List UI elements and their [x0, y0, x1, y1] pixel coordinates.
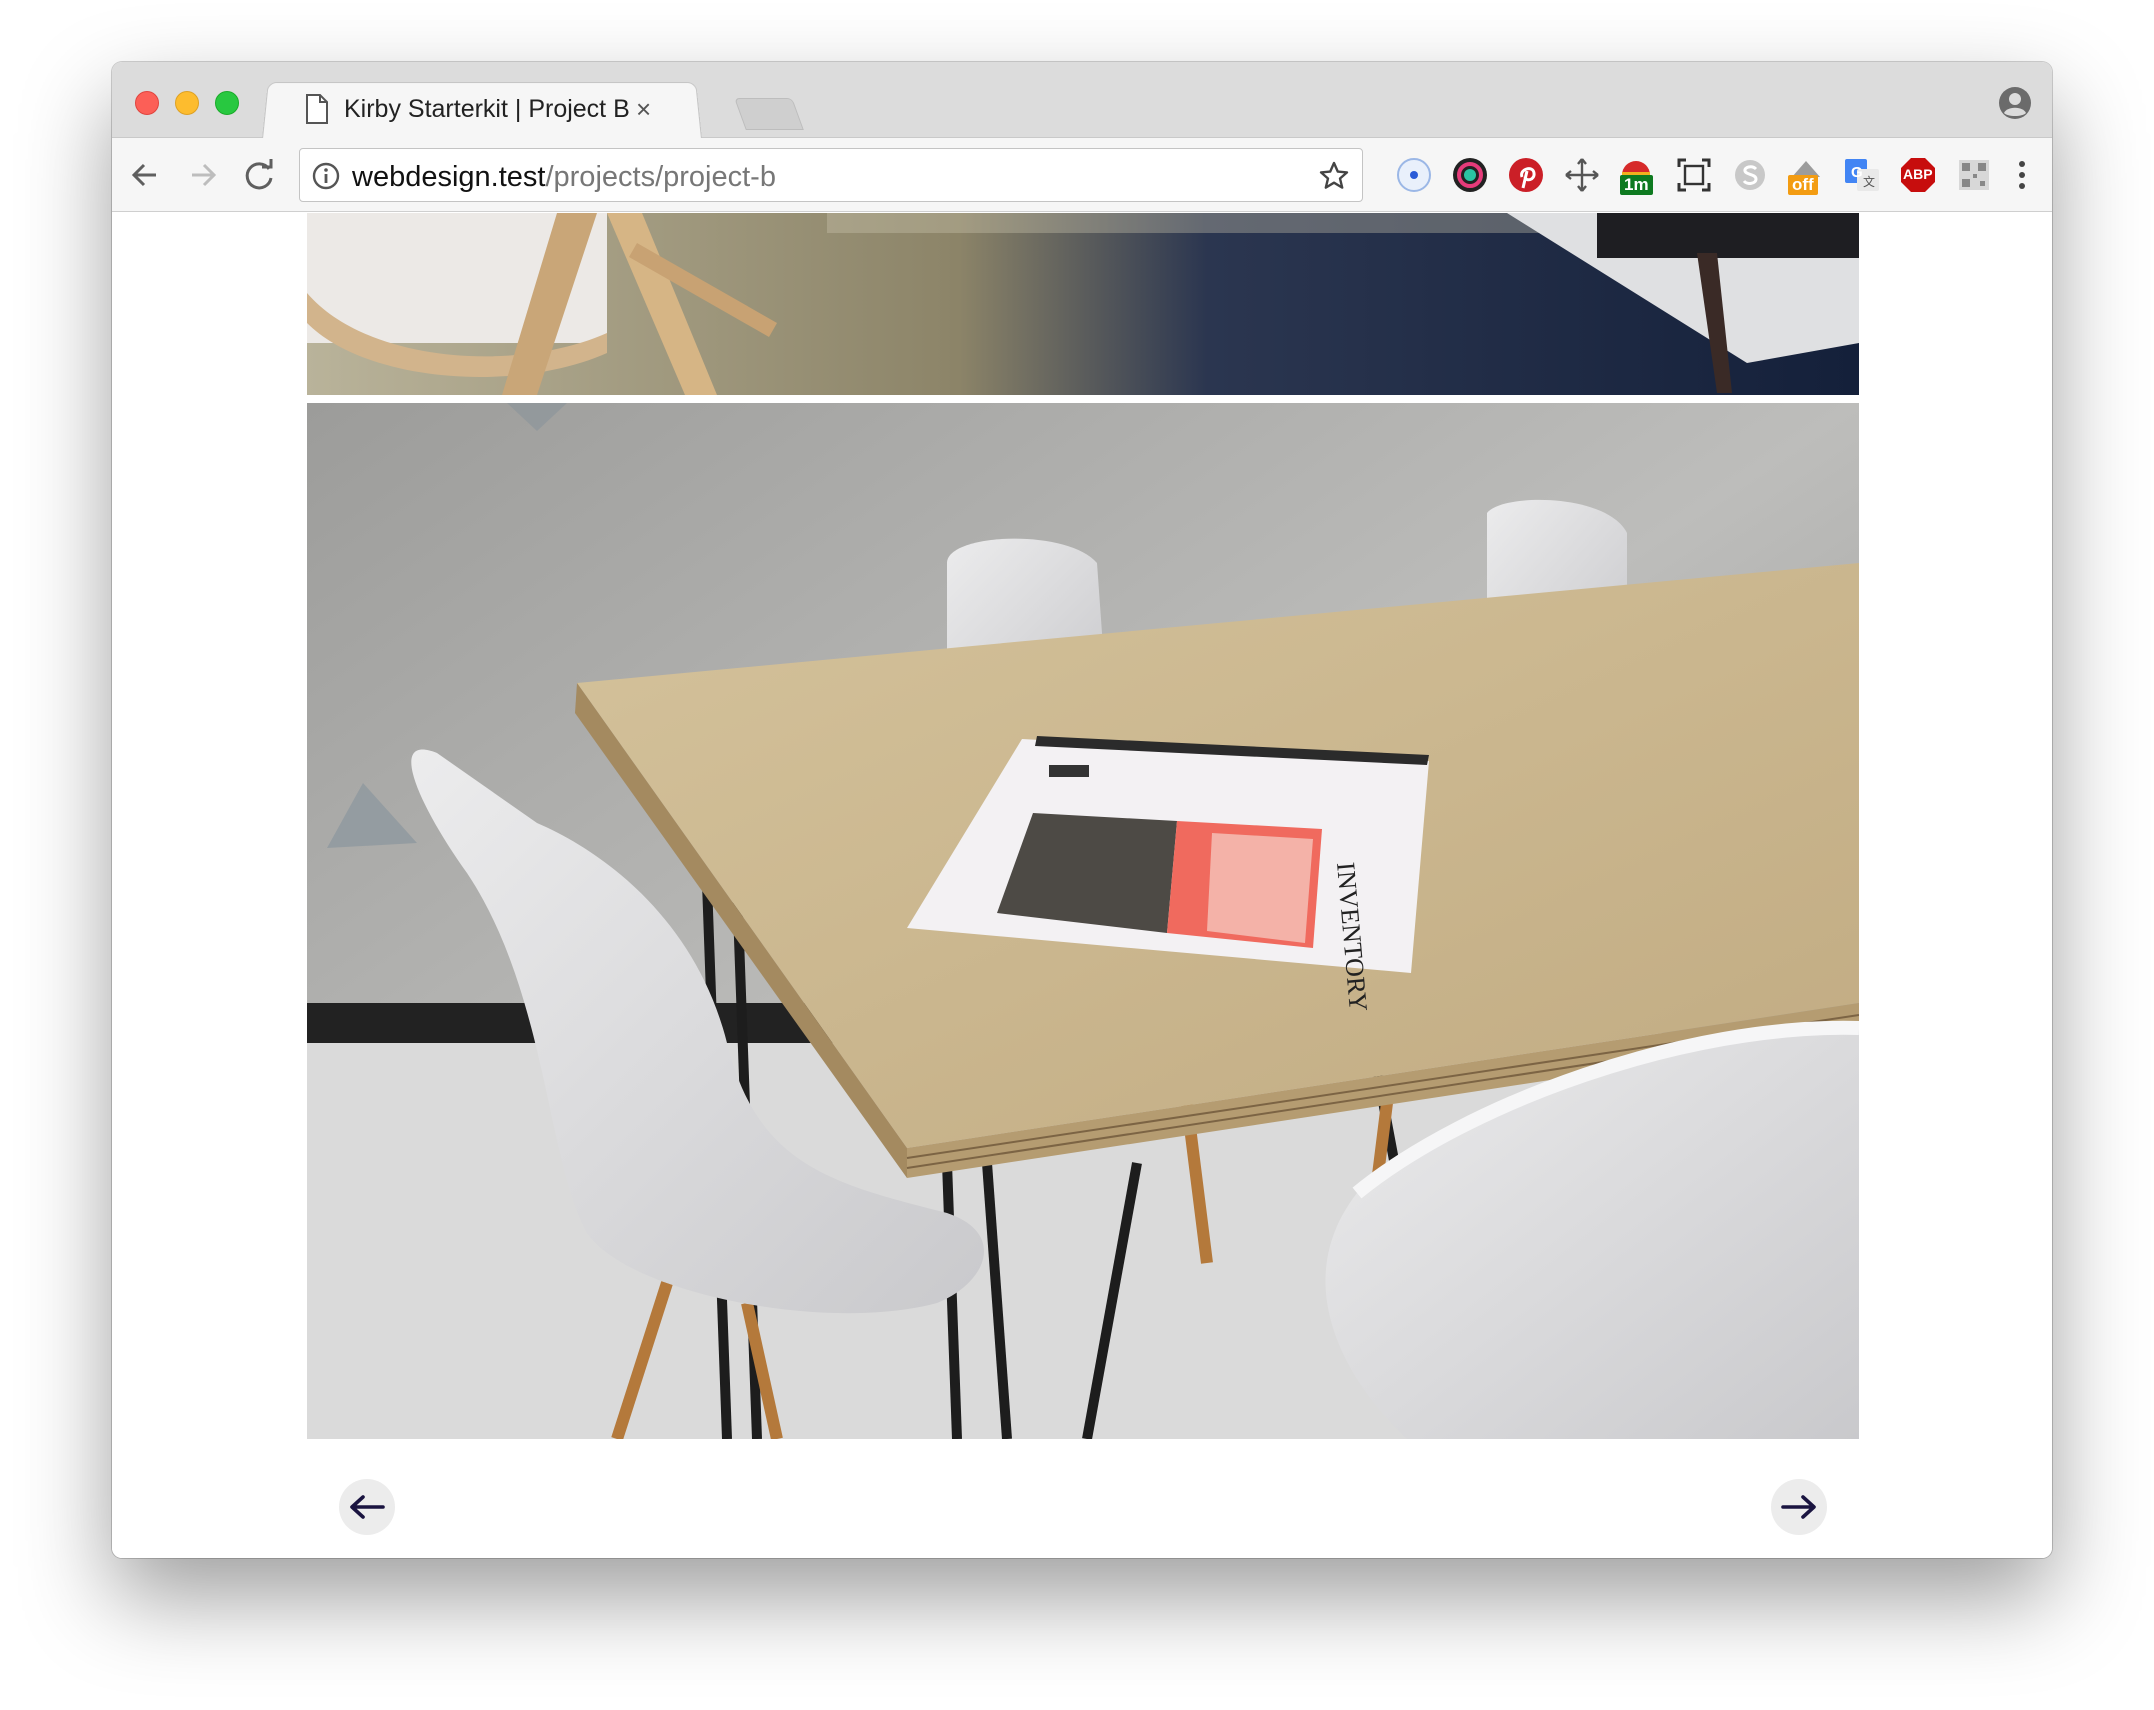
- url-text[interactable]: webdesign.test/projects/project-b: [352, 161, 776, 194]
- arrow-left-icon: [350, 1495, 385, 1519]
- pinterest-extension-icon[interactable]: [1506, 155, 1546, 195]
- adblock-label: ABP: [1903, 166, 1933, 182]
- eye-dropper-extension-icon[interactable]: [1394, 155, 1434, 195]
- profile-icon[interactable]: [1998, 86, 2032, 120]
- address-bar[interactable]: webdesign.test/projects/project-b: [299, 148, 1363, 202]
- dimensions-extension-icon[interactable]: [1562, 155, 1602, 195]
- window-minimize-button[interactable]: [175, 91, 199, 115]
- color-wheel-extension-icon[interactable]: [1450, 155, 1490, 195]
- previous-project-button[interactable]: [339, 1479, 395, 1535]
- svg-text:文: 文: [1863, 174, 1875, 189]
- arrow-right-icon: [1781, 1495, 1816, 1519]
- adblock-plus-extension-icon[interactable]: ABP: [1898, 155, 1938, 195]
- browser-window: Kirby Starterkit | Project B × webdesign…: [112, 62, 2052, 1558]
- window-close-button[interactable]: [135, 91, 159, 115]
- back-arrow-icon[interactable]: [126, 156, 164, 194]
- url-path: /projects/project-b: [545, 161, 776, 193]
- timer-extension-icon[interactable]: 1m: [1616, 155, 1656, 195]
- page-viewport: INVENTORY: [112, 213, 2052, 1558]
- qr-code-extension-icon[interactable]: [1954, 155, 1994, 195]
- svg-text:G: G: [1851, 164, 1863, 181]
- tab-active-content[interactable]: Kirby Starterkit | Project B ×: [292, 80, 692, 138]
- tab-strip: Kirby Starterkit | Project B ×: [112, 62, 2052, 139]
- star-icon[interactable]: [1318, 160, 1350, 192]
- forward-arrow-icon[interactable]: [184, 156, 222, 194]
- chair-rug-illustration: [307, 213, 1859, 395]
- google-translate-extension-icon[interactable]: G 文: [1842, 155, 1882, 195]
- timer-badge: 1m: [1620, 175, 1653, 195]
- hide-badge: off: [1788, 175, 1818, 195]
- menu-kebab-icon[interactable]: [2002, 155, 2042, 195]
- tab-close-button[interactable]: ×: [636, 96, 651, 122]
- tab-title: Kirby Starterkit | Project B: [344, 95, 630, 123]
- document-icon: [306, 94, 328, 124]
- table-chairs-illustration: INVENTORY: [307, 403, 1859, 1439]
- next-project-button[interactable]: [1771, 1479, 1827, 1535]
- window-maximize-button[interactable]: [215, 91, 239, 115]
- reload-icon[interactable]: [240, 156, 278, 194]
- url-host: webdesign.test: [352, 161, 546, 193]
- project-photo-chair-rug: [307, 213, 1859, 395]
- skype-extension-icon[interactable]: [1730, 155, 1770, 195]
- hide-extension-icon[interactable]: off: [1786, 155, 1826, 195]
- screenshot-extension-icon[interactable]: [1674, 155, 1714, 195]
- project-photo-table-chairs: INVENTORY: [307, 403, 1859, 1439]
- browser-toolbar: webdesign.test/projects/project-b 1m off…: [112, 138, 2052, 212]
- new-tab-button[interactable]: [734, 98, 804, 130]
- info-icon[interactable]: [312, 162, 340, 190]
